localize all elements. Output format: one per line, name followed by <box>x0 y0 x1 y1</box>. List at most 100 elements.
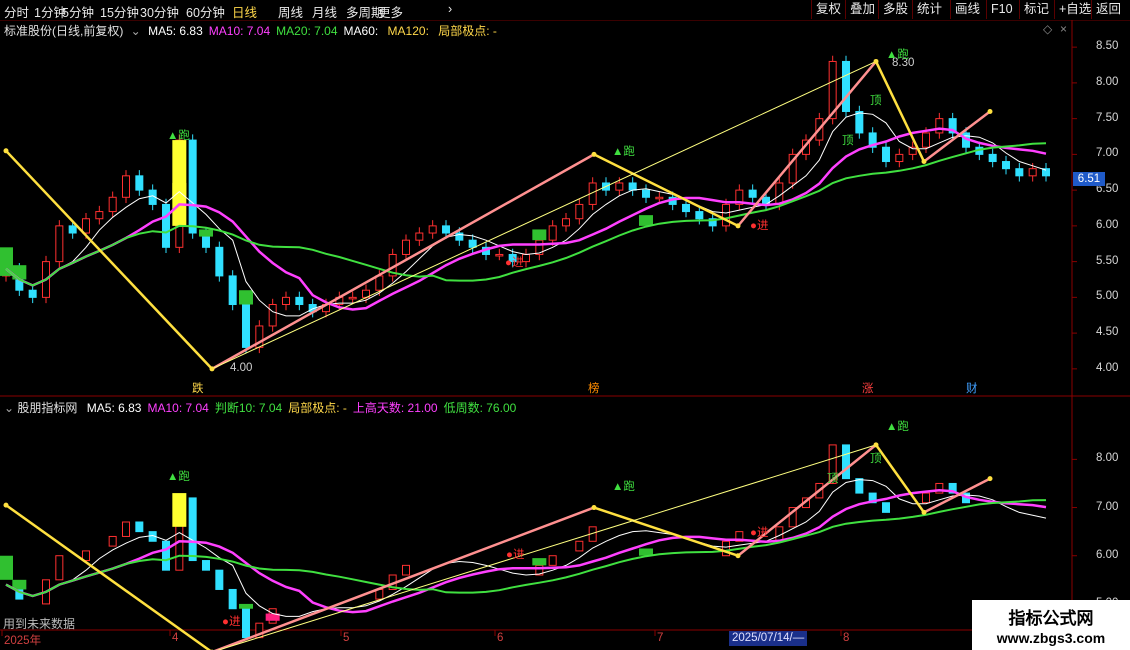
candle-body <box>375 275 384 291</box>
date-label: 4 <box>172 632 179 644</box>
candle-body <box>135 175 144 191</box>
candle-body <box>642 189 650 198</box>
candle-body <box>282 296 290 306</box>
candle-body <box>55 555 64 581</box>
run-signal: ▲跑 <box>886 421 909 433</box>
extreme-dot <box>873 58 879 64</box>
signal-block <box>199 229 213 237</box>
date-label: 7 <box>657 632 664 644</box>
extreme-dot <box>873 442 879 448</box>
current-price-tag: 6.51 <box>1073 172 1105 186</box>
low-price-label: 4.00 <box>230 362 253 374</box>
candle-body <box>228 275 237 306</box>
candle-body <box>122 175 130 198</box>
date-label: 5 <box>343 632 350 644</box>
candle-body <box>522 253 530 263</box>
candle-body <box>442 225 450 234</box>
extreme-dot <box>735 223 741 229</box>
marker-rise[interactable]: 涨 <box>862 380 874 396</box>
y-tick-label: 7.00 <box>1096 147 1119 160</box>
date-label: 2025年 <box>4 635 42 647</box>
marker-fall[interactable]: 跌 <box>192 380 204 396</box>
y-tick-label: 8.50 <box>1096 40 1119 53</box>
candle-body <box>108 196 117 213</box>
candle-body <box>935 118 944 134</box>
enter-signal: ●进 <box>505 257 524 269</box>
candle-body <box>842 60 850 112</box>
candle-body <box>1028 168 1037 177</box>
candle-body <box>122 521 130 537</box>
y-tick-label: 6.00 <box>1096 218 1119 231</box>
signal-block <box>532 229 547 241</box>
y-tick-label: 8.00 <box>1096 75 1119 88</box>
candle-body <box>1015 168 1024 177</box>
candle-body <box>95 211 104 220</box>
signal-block <box>239 290 253 305</box>
candle-body <box>402 564 410 576</box>
marker-list[interactable]: 榜 <box>588 380 600 396</box>
y-tick-label: 8.00 <box>1096 452 1119 465</box>
enter-signal: ●进 <box>750 220 769 232</box>
candle-body <box>495 253 504 257</box>
candle-body <box>428 225 437 234</box>
candle-body <box>242 304 250 348</box>
candle-body <box>215 569 224 590</box>
run-signal: ▲跑 <box>167 130 190 142</box>
top-signal: 顶 <box>827 473 839 485</box>
candle-body <box>575 203 584 220</box>
candle-body <box>28 289 37 298</box>
candle-body <box>882 146 890 163</box>
signal-block <box>0 555 13 580</box>
candle-body <box>415 232 424 241</box>
y-tick-label: 7.50 <box>1096 111 1119 124</box>
kline-chart[interactable] <box>0 0 1130 650</box>
candle-body <box>82 218 90 234</box>
run-signal: ▲跑 <box>612 146 635 158</box>
candle-body <box>682 203 690 213</box>
candle-body <box>162 203 170 248</box>
enter-signal: ●进 <box>506 549 525 561</box>
candle-body <box>895 153 904 163</box>
candle-body <box>548 555 557 566</box>
cursor-date: 2025/07/14/— <box>729 631 808 646</box>
extreme-dot <box>735 553 741 559</box>
signal-block <box>239 603 253 609</box>
candle-body <box>468 239 477 248</box>
candle-body <box>655 196 664 200</box>
candle-body <box>628 182 637 191</box>
candle-body <box>855 110 864 134</box>
candle-body <box>988 153 997 163</box>
candle-body <box>548 225 557 241</box>
extreme-dot <box>921 509 927 515</box>
signal-block <box>639 215 653 226</box>
zigzag-segment <box>923 477 991 514</box>
extreme-dot <box>3 148 9 154</box>
top-signal: 顶 <box>870 453 882 465</box>
candle-body <box>695 211 704 220</box>
date-label: 6 <box>497 632 504 644</box>
signal-block <box>532 558 547 566</box>
candle-body <box>202 560 210 571</box>
y-tick-label: 4.00 <box>1096 361 1119 374</box>
candle-body <box>108 535 117 547</box>
zigzag-segment <box>874 60 926 163</box>
marker-finance[interactable]: 财 <box>966 380 978 396</box>
candle-body <box>1002 161 1010 170</box>
trend-line <box>217 444 877 650</box>
trend-line <box>211 60 877 370</box>
extreme-dot <box>591 505 597 511</box>
candle-body <box>722 203 730 227</box>
candle-body <box>855 478 864 494</box>
candle-body <box>748 189 757 198</box>
extreme-dot <box>209 366 215 372</box>
candle-body <box>922 132 930 148</box>
extreme-dot <box>591 151 597 157</box>
run-signal: ▲跑 <box>167 471 190 483</box>
candle-body <box>562 218 570 227</box>
extreme-dot <box>3 502 9 508</box>
candle-body <box>242 608 250 639</box>
run-signal: ▲跑 <box>886 49 909 61</box>
site-watermark: 指标公式网 www.zbgs3.com <box>972 600 1130 650</box>
y-tick-label: 5.50 <box>1096 254 1119 267</box>
main-price-plot <box>0 55 1050 372</box>
